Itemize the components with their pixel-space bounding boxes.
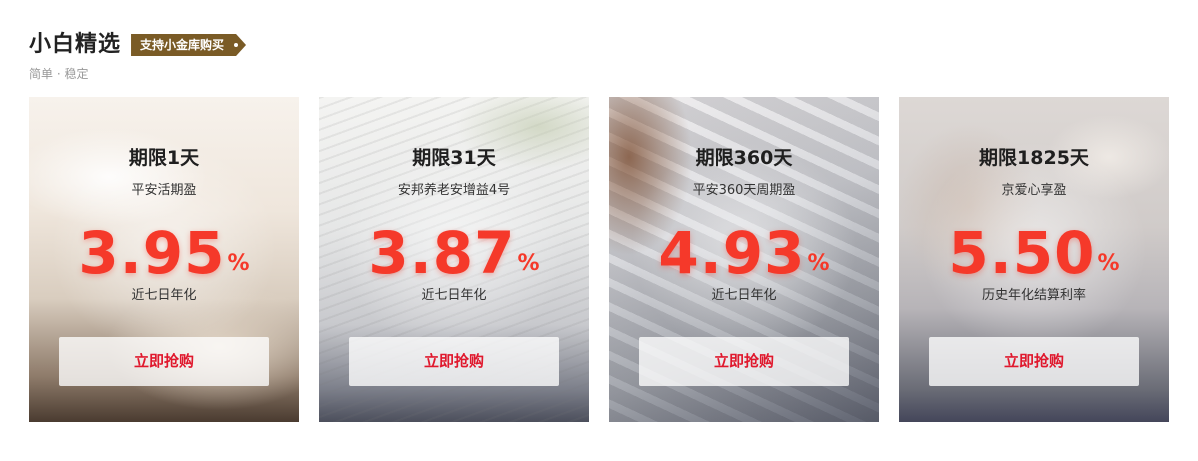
badge-dot-icon (234, 43, 238, 47)
card-term: 期限31天 (412, 147, 496, 169)
card-product-name: 平安活期盈 (131, 183, 197, 198)
buy-now-button[interactable]: 立即抢购 (59, 337, 269, 386)
card-rate-value: 3.95 (78, 219, 226, 287)
section-title: 小白精选 (29, 32, 122, 57)
card-rate-unit: % (227, 251, 250, 276)
buy-now-button[interactable]: 立即抢购 (349, 337, 559, 386)
product-card: 期限31天 安邦养老安增益4号 3.87 % 近七日年化 立即抢购 (319, 97, 589, 422)
section-subtitle: 简单 · 稳定 (29, 67, 89, 81)
section-header: 小白精选 支持小金库购买 (29, 30, 246, 60)
buy-now-button[interactable]: 立即抢购 (639, 337, 849, 386)
card-rate-label: 历史年化结算利率 (981, 288, 1086, 303)
card-term: 期限360天 (695, 147, 793, 169)
card-rate-label: 近七日年化 (421, 288, 487, 303)
card-rate-value: 3.87 (368, 219, 516, 287)
card-rate-label: 近七日年化 (131, 288, 197, 303)
card-rate: 5.50 % (899, 221, 1169, 285)
product-card: 期限1825天 京爱心享盈 5.50 % 历史年化结算利率 立即抢购 (899, 97, 1169, 422)
product-card: 期限360天 平安360天周期盈 4.93 % 近七日年化 立即抢购 (609, 97, 879, 422)
payment-support-badge-label: 支持小金库购买 (140, 38, 225, 52)
card-rate-value: 4.93 (658, 219, 806, 287)
payment-support-badge: 支持小金库购买 (131, 34, 246, 56)
card-rate: 4.93 % (609, 221, 879, 285)
card-product-name: 平安360天周期盈 (692, 183, 796, 198)
card-rate: 3.87 % (319, 221, 589, 285)
card-term: 期限1天 (128, 147, 200, 169)
card-rate-unit: % (807, 251, 830, 276)
product-card: 期限1天 平安活期盈 3.95 % 近七日年化 立即抢购 (29, 97, 299, 422)
card-product-name: 京爱心享盈 (1001, 183, 1067, 198)
card-rate-unit: % (517, 251, 540, 276)
card-rate-unit: % (1097, 251, 1120, 276)
card-product-name: 安邦养老安增益4号 (397, 183, 511, 198)
card-rate: 3.95 % (29, 221, 299, 285)
card-term: 期限1825天 (979, 147, 1089, 169)
buy-now-button[interactable]: 立即抢购 (929, 337, 1139, 386)
card-rate-label: 近七日年化 (711, 288, 777, 303)
card-rate-value: 5.50 (948, 219, 1096, 287)
product-card-list: 期限1天 平安活期盈 3.95 % 近七日年化 立即抢购 期限31天 安邦养老安… (29, 97, 1169, 422)
